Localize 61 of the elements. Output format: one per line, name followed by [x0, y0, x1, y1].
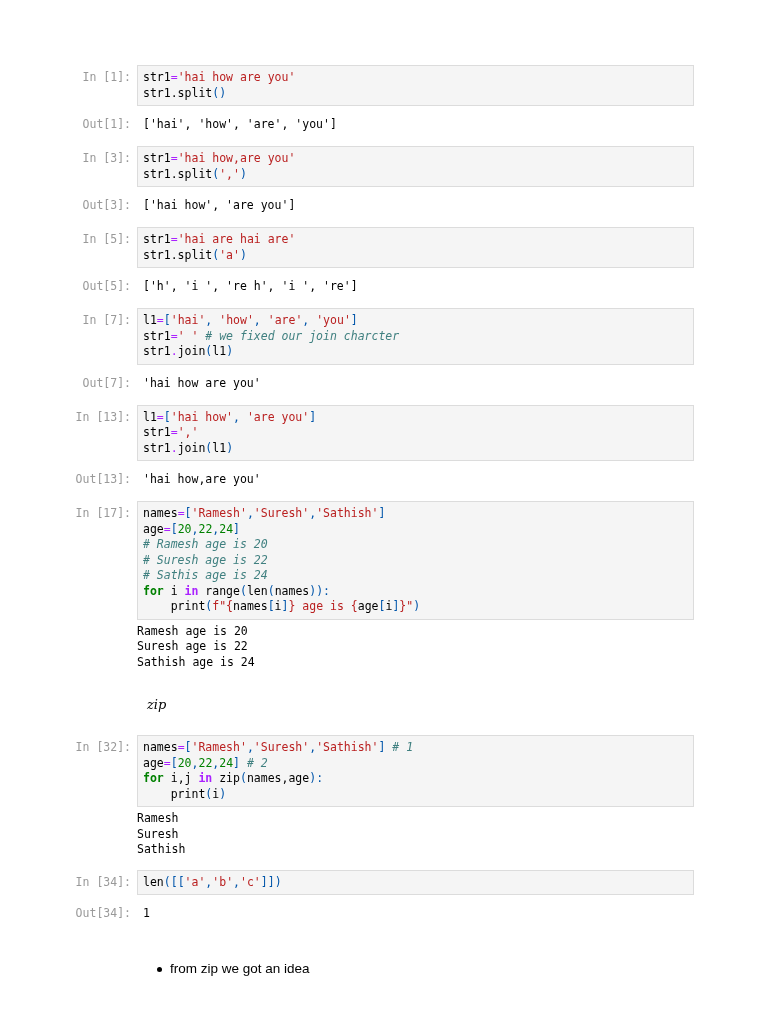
- code-line: # Sathis age is 24: [143, 568, 269, 584]
- output-text: 1: [142, 905, 150, 922]
- code-line: l1=['hai how', 'are you']: [143, 409, 318, 425]
- code-line: str1.join(l1): [143, 344, 235, 360]
- input-prompt: In [17]:: [74, 505, 132, 522]
- stdout-line: Sathish age is 24: [137, 654, 256, 670]
- output-text: 'hai how are you': [142, 374, 261, 392]
- input-prompt: In [1]:: [81, 69, 132, 86]
- input-prompt: In [13]:: [74, 408, 132, 425]
- code-cell[interactable]: str1='hai how are you' str1.split(): [137, 65, 694, 106]
- code-line: str1='hai are hai are': [143, 232, 297, 248]
- code-cell[interactable]: str1='hai are hai are' str1.split('a'): [137, 227, 694, 268]
- math-text: zip: [147, 697, 167, 712]
- code-line: str1=',': [143, 425, 200, 441]
- output-prompt: Out[7]:: [81, 374, 132, 392]
- code-line: l1=['hai', 'how', 'are', 'you']: [143, 313, 359, 329]
- code-cell[interactable]: len([['a','b','c']]): [137, 869, 694, 895]
- code-line: # Suresh age is 22: [143, 552, 269, 568]
- output-text: ['hai', 'how', 'are', 'you']: [142, 116, 337, 133]
- input-prompt: In [7]:: [81, 312, 132, 329]
- output-prompt: Out[1]:: [81, 116, 132, 133]
- code-line: for i,j in zip(names,age):: [143, 771, 325, 787]
- output-prompt: Out[5]:: [81, 278, 132, 295]
- input-prompt: In [3]:: [81, 150, 132, 167]
- input-prompt: In [32]:: [74, 739, 132, 756]
- code-line: str1.split(','): [143, 166, 248, 182]
- code-line: names=['Ramesh','Suresh','Sathish']: [143, 506, 387, 522]
- output-prompt: Out[34]:: [74, 905, 132, 922]
- code-cell[interactable]: str1='hai how,are you' str1.split(','): [137, 146, 694, 187]
- stdout-line: Sathish: [137, 842, 187, 858]
- code-line: str1=' ' # we fixed our join charcter: [143, 328, 401, 344]
- code-line: for i in range(len(names)):: [143, 583, 332, 599]
- code-line: str1='hai how are you': [143, 70, 297, 86]
- stdout-line: Ramesh age is 20: [137, 623, 249, 639]
- code-cell[interactable]: l1=['hai how', 'are you'] str1=',' str1.join(l1): [137, 404, 694, 461]
- stdout-line: Suresh: [137, 826, 180, 842]
- output-prompt: Out[3]:: [81, 197, 132, 214]
- input-prompt: In [5]:: [81, 231, 132, 248]
- code-line: age=[20,22,24]: [143, 521, 242, 537]
- code-line: str1.split('a'): [143, 247, 248, 263]
- bullet-text: from zip we got an idea: [170, 960, 310, 978]
- code-line: print(f"{names[i]} age is {age[i]}"): [169, 599, 422, 615]
- code-line: names=['Ramesh','Suresh','Sathish'] # 1: [143, 740, 415, 756]
- code-line: str1.split(): [143, 85, 228, 101]
- code-cell[interactable]: l1=['hai', 'how', 'are', 'you'] str1=' ' # we fixed our join charcter str1.join(l1): [137, 308, 694, 365]
- input-prompt: In [34]:: [74, 873, 132, 890]
- code-line: print(i): [169, 786, 228, 802]
- output-prompt: Out[13]:: [74, 471, 132, 488]
- output-text: ['h', 'i ', 're h', 'i ', 're']: [142, 278, 358, 295]
- stdout-line: Suresh age is 22: [137, 639, 249, 655]
- code-cell[interactable]: names=['Ramesh','Suresh','Sathish'] age=[20,22,24] # Ramesh age is 20 # Suresh age is 22 # Sathis age is 24 for i in range(len(names)): print(f"{names[i]} age is {age[i]}"): [137, 501, 694, 620]
- code-line: len([['a','b','c']]): [143, 874, 283, 890]
- stdout-line: Ramesh: [137, 811, 180, 827]
- code-line: str1.join(l1): [143, 440, 235, 456]
- output-text: ['hai how', 'are you']: [142, 197, 296, 214]
- code-cell[interactable]: names=['Ramesh','Suresh','Sathish'] # 1 age=[20,22,24] # 2 for i,j in zip(names,age): print(i): [137, 735, 694, 807]
- code-line: age=[20,22,24] # 2: [143, 755, 269, 771]
- code-line: str1='hai how,are you': [143, 151, 297, 167]
- output-text: 'hai how,are you': [142, 471, 261, 488]
- code-line: # Ramesh age is 20: [143, 537, 269, 553]
- bullet-icon: [157, 966, 162, 972]
